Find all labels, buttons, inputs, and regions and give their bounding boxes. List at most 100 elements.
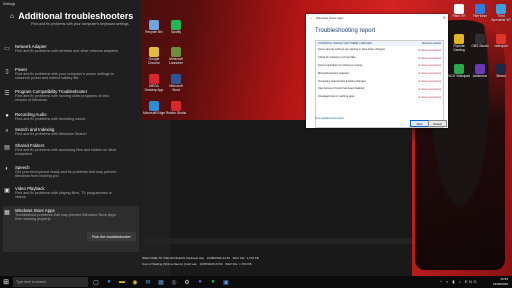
column-status[interactable]: Detection details [422,42,441,45]
desktop-icon-label: Avidemux [472,74,488,78]
troubleshooter-speech[interactable]: ◐ Speech Get your microphone ready and fi… [3,165,139,178]
issue-text: Temporary Internet files location change… [318,79,366,83]
app-icon [496,4,506,14]
desktop-icon[interactable]: Minecraft Launcher [165,47,187,65]
desktop-icon[interactable]: FileHorse [469,4,491,19]
close-icon[interactable]: ✕ [443,15,446,20]
app-icon [475,34,485,44]
taskbar: ⊞ Type here to search ▢ ● ▬ ◉ ✉ ▦ ◎ ⚙ ● … [0,276,512,288]
troubleshooter-icon[interactable]: ▣ [221,277,231,287]
desktop-icon-label: FileHorse [472,14,488,18]
discord-icon[interactable]: ● [195,277,205,287]
language-indicator[interactable]: ENG [465,279,478,284]
app-icon [171,74,181,84]
folder-icon: ▤ [4,144,10,151]
app-icon [454,64,464,74]
issue-status: ●Issue not present [418,47,441,52]
app-icon [475,64,485,74]
microphone-icon: ● [5,113,9,119]
next-button[interactable]: Next [410,120,429,127]
desktop-icon-label: NCH Videopad [448,74,470,78]
issue-text: User Account Control has been disabled [318,87,365,91]
status-icon: ● [418,71,421,76]
desktop-icon[interactable]: Paint VR [448,4,470,19]
desktop-icon-label: Microsoft Word [169,84,183,92]
desktop-icon[interactable]: Spotify [165,20,187,35]
desktop-icon[interactable]: NCH Videopad [448,64,470,79]
page-header: ⌂ Additional troubleshooters [10,11,133,21]
steam-icon[interactable]: ◎ [169,277,179,287]
dialog-title: Windows Store Apps [316,16,344,20]
desktop-icon[interactable]: Third Specialist VR [490,4,512,22]
troubleshooter-network-adapter[interactable]: ▭ Network Adapter Find and fix problems w… [3,44,139,53]
desktop-icon[interactable]: OBS Studio [469,34,491,49]
chrome-icon[interactable]: ◉ [130,277,140,287]
list-icon: ☰ [4,90,10,97]
item-description: Troubleshoot problems that may prevent W… [15,213,117,222]
status-icon: ● [418,55,421,60]
item-description: Find and fix problems with wireless and … [15,49,120,53]
spotify-icon[interactable]: ● [208,277,218,287]
windows-start-icon[interactable]: ⊞ [0,276,12,288]
file-row[interactable]: Cost of Waiting (Shinra Remix) (Full).wa… [142,262,251,266]
edge-icon[interactable]: ● [104,277,114,287]
store-icon[interactable]: ▦ [156,277,166,287]
desktop-icon[interactable]: Google Chrome [143,47,165,65]
run-troubleshooter-button[interactable]: Run the troubleshooter [87,232,136,241]
taskbar-search-input[interactable]: Type here to search [13,277,88,287]
desktop-icon[interactable]: Microsoft Edge [143,101,165,116]
clock[interactable]: 23:52 16/08/2020 [493,277,508,286]
issues-table: POTENTIAL ISSUES THAT WERE CHECKED Detec… [315,40,444,128]
troubleshooter-program-compat[interactable]: ☰ Program Compatibility Troubleshooter Fi… [3,89,139,102]
desktop-icon-label: Roblox Studio [165,111,187,115]
desktop-icon[interactable]: Avidemux [469,64,491,79]
file-explorer-icon[interactable]: ▬ [117,277,127,287]
desktop-icon[interactable]: Popular Gaming [448,34,470,52]
file-row[interactable]: WELCOME TO THE DUNGEON (Spliced).wav 16/… [142,256,259,260]
task-view-icon[interactable]: ▢ [91,277,101,287]
desktop-icon[interactable]: videopad [490,34,512,49]
troubleshooter-video-playback[interactable]: ▣ Video Playback Find and fix problems wi… [3,186,139,199]
desktop-icon[interactable]: Steam [490,64,512,79]
troubleshooter-search-indexing[interactable]: ⌕ Search and Indexing Find and fix proble… [3,127,139,136]
troubleshooter-windows-store-apps[interactable]: ▦ Windows Store Apps Troubleshoot problem… [3,206,139,252]
back-arrow-icon[interactable]: ← [309,15,313,20]
dialog-titlebar: ← Windows Store Apps ✕ [306,14,448,22]
column-issue: POTENTIAL ISSUES THAT WERE CHECKED [318,42,372,45]
desktop-icon-label: Google Chrome [148,57,160,65]
explorer-scrollbar[interactable] [138,238,412,244]
app-icon [149,101,159,111]
mail-icon[interactable]: ✉ [143,277,153,287]
desktop-icon[interactable]: Roblox Studio [165,101,187,116]
issue-text: Check for missing or corrupt files [318,56,356,60]
troubleshooter-recording-audio[interactable]: ● Recording Audio Find and fix problems w… [3,112,139,121]
desktop-icon-label: Popular Gaming [453,44,465,52]
issue-status: ●Issue not present [418,63,441,68]
app-icon [171,20,181,30]
desktop-icon-label: Spotify [170,30,182,34]
issue-row: Some security settings are missing or ha… [316,46,443,54]
issue-row: Microsoft account required ●Issue not pre… [316,69,443,77]
cancel-button[interactable]: Cancel [428,120,447,127]
issue-status: ●Issue not present [418,55,441,60]
troubleshooter-shared-folders[interactable]: ▤ Shared Folders Find and fix problems wi… [3,143,139,156]
issue-row: User Account Control has been disabled ●I… [316,85,443,93]
detailed-info-link[interactable]: View detailed information [315,117,344,120]
page-subtitle: Find and fix problems with your computer… [31,22,130,26]
issue-status: ●Issue not present [418,79,441,84]
desktop-icon-label: Third Specialist VR [491,14,511,22]
troubleshooter-power[interactable]: ▯ Power Find and fix problems with your c… [3,67,139,80]
desktop-icon[interactable]: Microsoft Word [165,74,187,92]
file-explorer-window [138,120,412,276]
desktop-icon[interactable]: Recycle Bin [143,20,165,35]
desktop-icon[interactable]: MEGA Desktop App [143,74,165,92]
home-icon[interactable]: ⌂ [10,13,14,20]
system-tray-icons[interactable]: ^ ◖ ▮ ♪ ENG [440,279,478,284]
app-icon [454,34,464,44]
item-description: Find and fix problems with running older… [15,94,109,103]
desktop-icon-label: videopad [494,44,508,48]
item-description: Find and fix problems with Windows Searc… [15,132,87,136]
item-description: Get your microphone ready and fix proble… [15,170,117,179]
explorer-nav-pane[interactable] [138,120,170,276]
settings-gear-icon[interactable]: ⚙ [182,277,192,287]
